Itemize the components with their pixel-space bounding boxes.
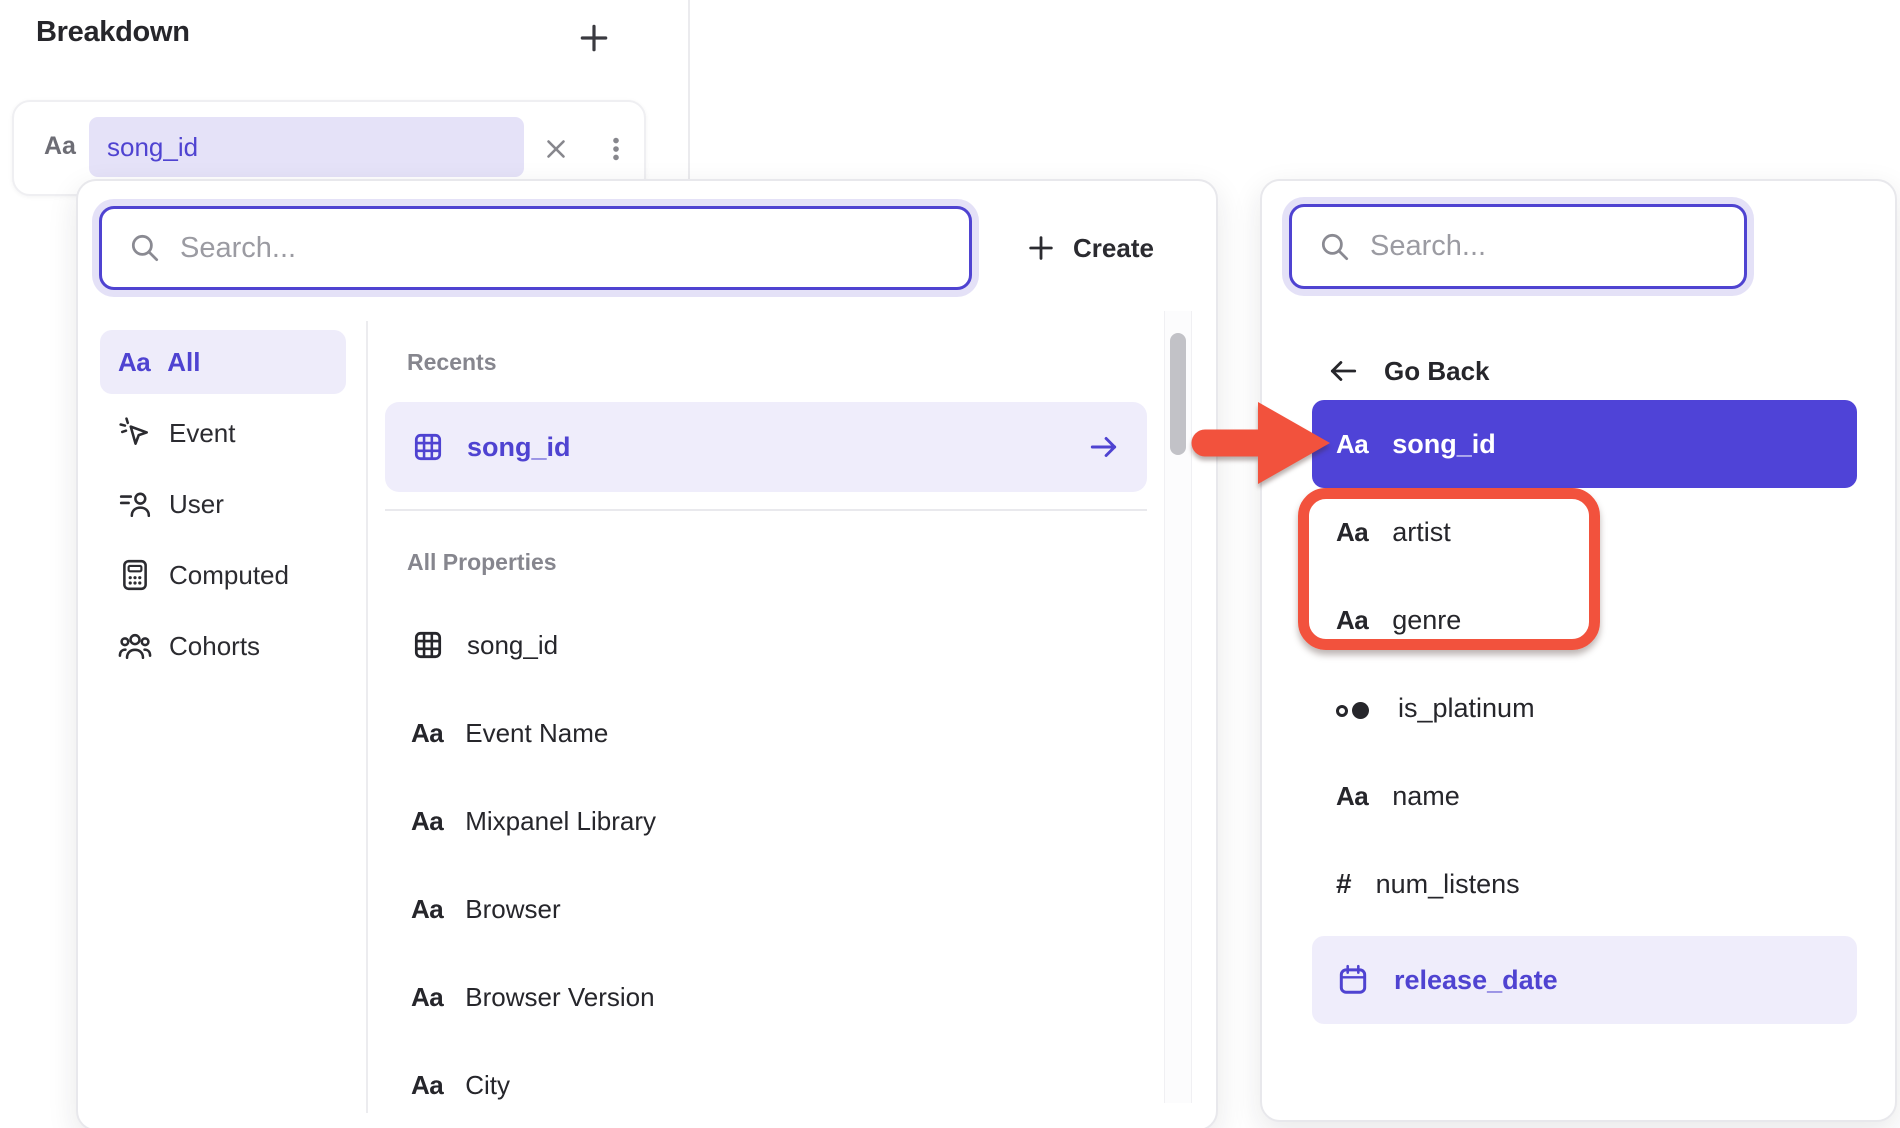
property-label: release_date xyxy=(1394,965,1558,996)
breakdown-property-label: song_id xyxy=(107,132,198,163)
boolean-icon xyxy=(1336,693,1374,724)
go-back-label: Go Back xyxy=(1384,356,1490,387)
sub-property-list: Aasong_idAaartistAagenreis_platinumAanam… xyxy=(1312,400,1857,1024)
create-label: Create xyxy=(1073,233,1154,264)
property-label: song_id xyxy=(1392,429,1496,460)
property-label: name xyxy=(1392,781,1460,812)
property-picker-panel: Create Aa All Event User Computed Cohorts… xyxy=(76,179,1218,1128)
calendar-icon xyxy=(1336,963,1370,997)
category-label: User xyxy=(169,489,224,520)
go-back-button[interactable]: Go Back xyxy=(1326,343,1490,399)
category-label: Event xyxy=(169,418,236,449)
arrow-right-icon xyxy=(1087,430,1121,464)
text-icon: Aa xyxy=(118,347,150,378)
property-label: Mixpanel Library xyxy=(465,806,656,837)
property-label: is_platinum xyxy=(1398,693,1535,724)
scrollbar-thumb[interactable] xyxy=(1170,333,1186,455)
text-icon: Aa xyxy=(1336,429,1368,460)
user-list-icon xyxy=(118,487,152,521)
category-label: Cohorts xyxy=(169,631,260,662)
property-label: City xyxy=(465,1070,510,1101)
text-icon: Aa xyxy=(1336,781,1368,812)
sub-property-search-box xyxy=(1289,204,1747,289)
sub-property-is-platinum[interactable]: is_platinum xyxy=(1312,664,1857,752)
property-label: Browser Version xyxy=(465,982,654,1013)
close-icon xyxy=(541,134,571,164)
sub-property-song-id[interactable]: Aa song_id xyxy=(1312,400,1857,488)
sub-property-search-input[interactable] xyxy=(1370,230,1718,263)
text-type-icon: Aa xyxy=(44,132,76,161)
sub-property-release-date[interactable]: release_date xyxy=(1312,936,1857,1024)
text-icon: Aa xyxy=(411,718,443,749)
breakdown-options-button[interactable] xyxy=(596,127,636,171)
property-label: num_listens xyxy=(1376,869,1520,900)
property-label: song_id xyxy=(467,630,558,661)
all-properties-section-label: All Properties xyxy=(407,549,557,576)
sub-property-num-listens[interactable]: # num_listens xyxy=(1312,840,1857,928)
sub-property-artist[interactable]: Aa artist xyxy=(1312,488,1857,576)
kebab-menu-icon xyxy=(601,134,631,164)
recent-property-song-id[interactable]: song_id xyxy=(385,402,1147,492)
breakdown-property-chip[interactable]: song_id xyxy=(89,117,524,177)
property-label: song_id xyxy=(467,432,1065,463)
plus-icon xyxy=(1026,233,1056,263)
plus-icon xyxy=(577,21,611,55)
category-event[interactable]: Event xyxy=(100,401,346,465)
property-search-input[interactable] xyxy=(180,232,943,265)
create-property-button[interactable]: Create xyxy=(1026,206,1154,290)
property-search-box xyxy=(99,206,972,290)
sub-property-name[interactable]: Aaname xyxy=(1312,752,1857,840)
text-icon: Aa xyxy=(411,894,443,925)
property-list: song_id Aa Event Name Aa Mixpanel Library Aa B… xyxy=(385,601,1147,1128)
search-icon xyxy=(128,231,162,265)
property-label: Event Name xyxy=(465,718,608,749)
event-cursor-icon xyxy=(118,416,152,450)
sub-property-picker-panel: Go Back Aasong_idAaartistAagenreis_plati… xyxy=(1260,179,1897,1122)
property-mixpanel-library[interactable]: Aa Mixpanel Library xyxy=(385,777,1147,865)
screen: Breakdown Aa song_id xyxy=(0,0,1900,1128)
arrow-left-icon xyxy=(1326,354,1360,388)
property-browser[interactable]: Aa Browser xyxy=(385,865,1147,953)
property-label: genre xyxy=(1392,605,1461,636)
text-icon: Aa xyxy=(411,1070,443,1101)
text-icon: Aa xyxy=(411,982,443,1013)
table-grid-icon xyxy=(411,430,445,464)
text-icon: Aa xyxy=(411,806,443,837)
table-grid-icon xyxy=(411,628,445,662)
cohorts-people-icon xyxy=(118,629,152,663)
property-browser-version[interactable]: Aa Browser Version xyxy=(385,953,1147,1041)
header-divider xyxy=(688,0,690,181)
category-user[interactable]: User xyxy=(100,472,346,536)
sidebar-divider xyxy=(366,321,368,1113)
category-all[interactable]: Aa All xyxy=(100,330,346,394)
text-icon: Aa xyxy=(1336,517,1368,548)
sub-property-genre[interactable]: Aagenre xyxy=(1312,576,1857,664)
add-breakdown-button[interactable] xyxy=(566,10,622,66)
category-label: All xyxy=(167,347,200,378)
property-event-name[interactable]: Aa Event Name xyxy=(385,689,1147,777)
number-icon: # xyxy=(1336,868,1352,900)
property-label: Browser xyxy=(465,894,560,925)
text-icon: Aa xyxy=(1336,605,1368,636)
property-song-id[interactable]: song_id xyxy=(385,601,1147,689)
search-icon xyxy=(1318,230,1352,264)
category-label: Computed xyxy=(169,560,289,591)
recents-section-label: Recents xyxy=(407,349,496,376)
property-label: artist xyxy=(1392,517,1451,548)
breakdown-section-title: Breakdown xyxy=(36,16,190,49)
calculator-icon xyxy=(118,558,152,592)
category-cohorts[interactable]: Cohorts xyxy=(100,614,346,678)
category-computed[interactable]: Computed xyxy=(100,543,346,607)
property-city[interactable]: Aa City xyxy=(385,1041,1147,1128)
list-divider xyxy=(385,509,1147,511)
remove-breakdown-button[interactable] xyxy=(536,127,576,171)
category-list: Aa All Event User Computed Cohorts xyxy=(100,330,346,685)
scrollbar-track xyxy=(1164,311,1192,1103)
